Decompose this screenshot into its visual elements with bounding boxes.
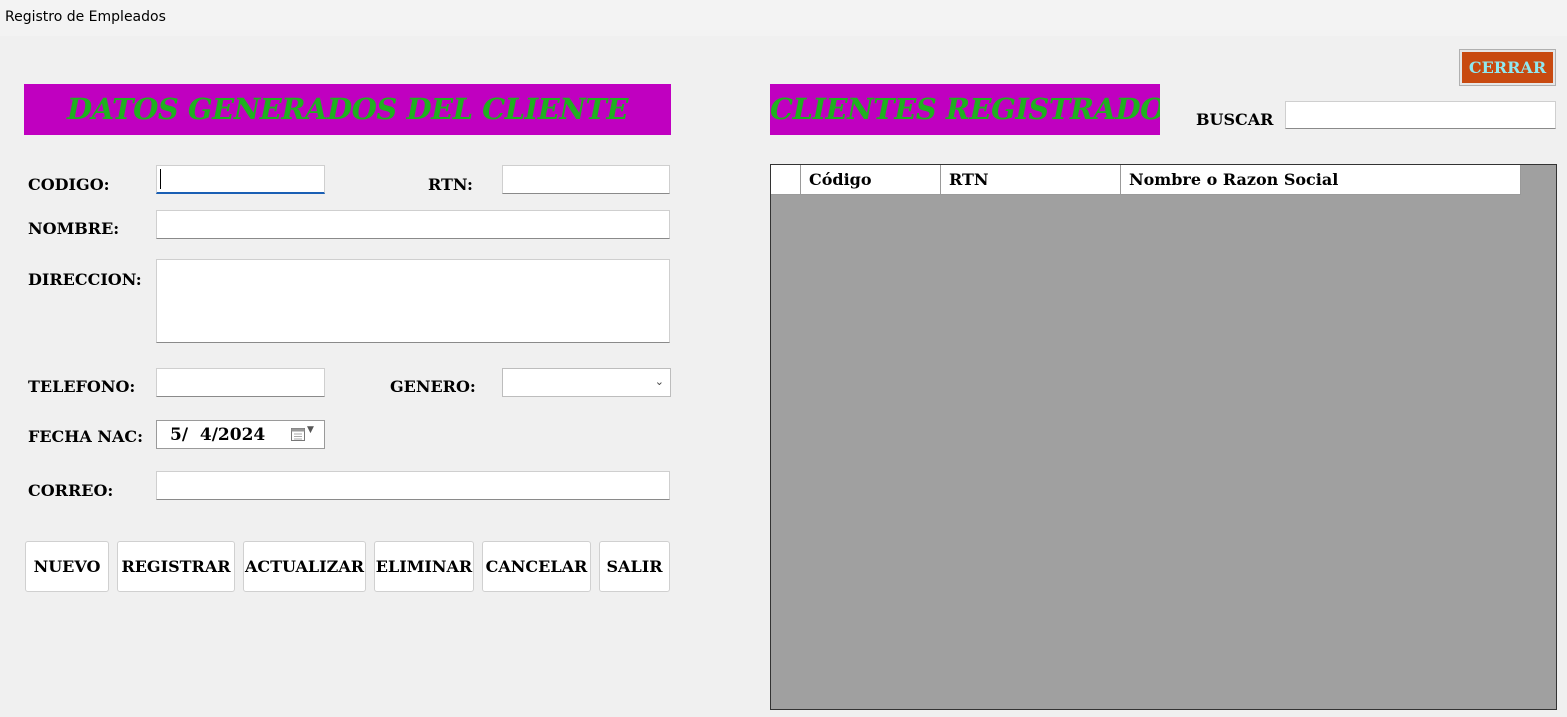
- telefono-label: TELEFONO:: [28, 377, 136, 396]
- rtn-input[interactable]: [502, 165, 670, 194]
- clients-grid[interactable]: Código RTN Nombre o Razon Social: [770, 164, 1557, 710]
- calendar-icon[interactable]: [291, 427, 305, 441]
- nombre-label: NOMBRE:: [28, 219, 120, 238]
- cancelar-button[interactable]: CANCELAR: [482, 541, 591, 592]
- telefono-input[interactable]: [156, 368, 325, 397]
- rtn-label: RTN:: [428, 175, 473, 194]
- grid-header: Código RTN Nombre o Razon Social: [771, 165, 1521, 195]
- fecha-nac-datepicker[interactable]: 5/ 4/2024 ▼: [156, 420, 325, 449]
- row-header-cell[interactable]: [771, 165, 801, 194]
- client-data-banner: DATOS GENERADOS DEL CLIENTE: [24, 84, 671, 135]
- genero-label: GENERO:: [390, 377, 476, 396]
- chevron-down-icon: ⌄: [654, 375, 664, 388]
- direccion-label: DIRECCION:: [28, 270, 142, 289]
- codigo-input[interactable]: [156, 165, 325, 194]
- search-input[interactable]: [1285, 101, 1556, 129]
- registrar-button[interactable]: REGISTRAR: [117, 541, 235, 592]
- fecha-nac-label: FECHA NAC:: [28, 427, 144, 446]
- correo-input[interactable]: [156, 471, 670, 500]
- search-label: BUSCAR: [1196, 110, 1274, 129]
- column-header-codigo[interactable]: Código: [801, 165, 941, 194]
- close-button[interactable]: CERRAR: [1460, 50, 1555, 85]
- genero-select[interactable]: ⌄: [502, 368, 671, 397]
- nuevo-button[interactable]: NUEVO: [25, 541, 109, 592]
- text-caret: [160, 169, 161, 189]
- window-title: Registro de Empleados: [5, 9, 166, 25]
- salir-button[interactable]: SALIR: [599, 541, 670, 592]
- nombre-input[interactable]: [156, 210, 670, 239]
- codigo-label: CODIGO:: [28, 175, 110, 194]
- direccion-textarea[interactable]: [156, 259, 670, 343]
- registered-clients-banner: CLIENTES REGISTRADOS: [770, 84, 1160, 135]
- title-bar: Registro de Empleados: [0, 0, 1567, 36]
- eliminar-button[interactable]: ELIMINAR: [374, 541, 474, 592]
- fecha-nac-value: 5/ 4/2024: [170, 425, 266, 445]
- correo-label: CORREO:: [28, 481, 114, 500]
- column-header-nombre[interactable]: Nombre o Razon Social: [1121, 165, 1521, 194]
- calendar-dropdown-icon[interactable]: ▼: [307, 425, 314, 435]
- actualizar-button[interactable]: ACTUALIZAR: [243, 541, 366, 592]
- column-header-rtn[interactable]: RTN: [941, 165, 1121, 194]
